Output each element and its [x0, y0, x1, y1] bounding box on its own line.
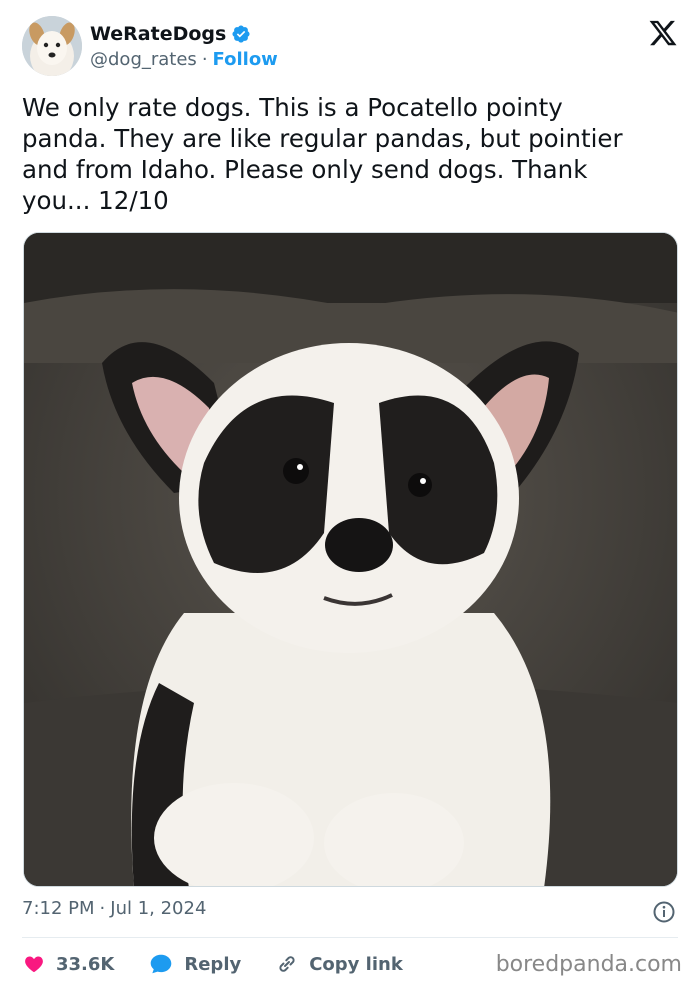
watermark: boredpanda.com — [495, 952, 682, 977]
copy-link-button[interactable]: Copy link — [275, 952, 403, 976]
tweet-actions: 33.6K Reply Copy link — [22, 950, 437, 978]
tweet-text: We only rate dogs. This is a Pocatello p… — [22, 93, 623, 215]
likes-count: 33.6K — [56, 953, 115, 975]
tweet-date: Jul 1, 2024 — [110, 898, 207, 919]
reply-label: Reply — [184, 953, 242, 975]
tweet-time: 7:12 PM — [22, 898, 95, 919]
follow-button[interactable]: Follow — [213, 49, 278, 70]
handle-separator: · — [201, 49, 208, 70]
info-icon[interactable] — [652, 900, 676, 924]
divider — [22, 937, 678, 938]
reply-button[interactable]: Reply — [148, 951, 241, 977]
author-names: WeRateDogs @dog_rates · Follow — [90, 21, 278, 70]
avatar[interactable] — [22, 16, 82, 76]
speech-bubble-icon — [151, 954, 172, 974]
link-icon — [279, 956, 295, 972]
x-logo-icon[interactable] — [648, 18, 678, 48]
timestamp-separator: · — [99, 898, 106, 919]
copy-link-label: Copy link — [309, 953, 403, 975]
tweet-timestamp[interactable]: 7:12 PM · Jul 1, 2024 — [22, 898, 206, 919]
heart-icon — [25, 956, 43, 973]
like-button[interactable]: 33.6K — [22, 952, 114, 976]
tweet-header: WeRateDogs @dog_rates · Follow — [22, 16, 678, 78]
author-handle[interactable]: @dog_rates — [90, 49, 197, 70]
tweet-photo[interactable] — [23, 232, 678, 887]
display-name[interactable]: WeRateDogs — [90, 23, 226, 45]
verified-badge-icon — [231, 24, 251, 44]
